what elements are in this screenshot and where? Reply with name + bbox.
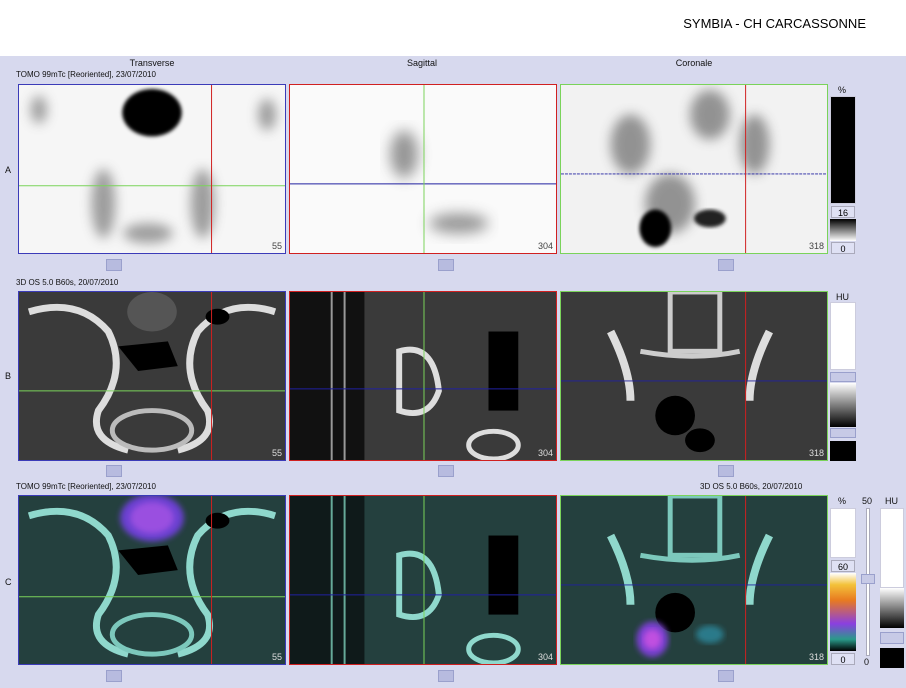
viewport-c-sagittal[interactable]: 304 — [289, 495, 557, 665]
slice-slider-handle[interactable] — [718, 259, 734, 271]
slice-number: 304 — [537, 652, 553, 662]
column-title-transverse: Transverse — [129, 58, 175, 68]
fusion-transverse-image — [19, 496, 285, 664]
ct-sagittal-image — [290, 292, 556, 460]
slice-slider-handle[interactable] — [438, 465, 454, 477]
slice-slider-handle[interactable] — [718, 465, 734, 477]
fusion-blend-label: 50 — [862, 496, 873, 506]
slice-number: 304 — [537, 448, 553, 458]
column-title-sagittal: Sagittal — [406, 58, 438, 68]
hu-scale-black — [830, 441, 856, 461]
site-name: SYMBIA - CH CARCASSONNE — [683, 16, 866, 31]
scale-lower-value-a[interactable]: 0 — [831, 242, 855, 254]
scale-unit-a: % — [838, 85, 847, 95]
slice-slider-handle[interactable] — [106, 670, 122, 682]
hu-window-handle[interactable] — [830, 372, 856, 382]
color-scale-bar-a — [830, 96, 856, 204]
scale-upper-value-a[interactable]: 16 — [831, 206, 855, 218]
fusion-blend-zero: 0 — [864, 657, 870, 667]
viewport-b-transverse[interactable]: 55 — [18, 291, 286, 461]
viewport-a-coronal[interactable]: 318 — [560, 84, 828, 254]
hu-scale-gradient-c — [880, 588, 904, 628]
spect-sagittal-image — [290, 85, 556, 253]
spect-transverse-image — [19, 85, 285, 253]
series-label-row-a: TOMO 99mTc [Reoriented], 23/07/2010 — [16, 70, 156, 79]
scale-upper-value-c[interactable]: 60 — [831, 560, 855, 572]
slice-number: 55 — [271, 652, 282, 662]
hu-scale-black-c — [880, 648, 904, 668]
hu-level-handle-c[interactable] — [880, 632, 904, 644]
series-label-row-c-right: 3D OS 5.0 B60s, 20/07/2010 — [700, 482, 803, 491]
row-label-b: B — [5, 371, 12, 381]
slice-number: 318 — [808, 241, 824, 251]
column-title-coronal: Coronale — [675, 58, 713, 68]
hu-scale-white — [830, 302, 856, 370]
slice-number: 304 — [537, 241, 553, 251]
color-scale-white-c — [830, 508, 856, 558]
ct-transverse-image — [19, 292, 285, 460]
hu-scale-gradient — [830, 383, 856, 427]
ct-coronal-image — [561, 292, 827, 460]
slice-slider-handle[interactable] — [106, 259, 122, 271]
viewport-c-coronal[interactable]: 318 — [560, 495, 828, 665]
slice-slider-handle[interactable] — [438, 259, 454, 271]
viewport-a-transverse[interactable]: 55 — [18, 84, 286, 254]
hu-scale-white-c — [880, 508, 904, 588]
scale-unit-c-hu: HU — [885, 496, 898, 506]
slice-number: 55 — [271, 448, 282, 458]
slice-number: 55 — [271, 241, 282, 251]
spect-coronal-image — [561, 85, 827, 253]
color-scale-gradient-a — [830, 219, 856, 241]
slice-slider-handle[interactable] — [106, 465, 122, 477]
app-header: SYMBIA - CH CARCASSONNE — [0, 0, 906, 56]
color-scale-gradient-c — [830, 573, 856, 651]
viewport-c-transverse[interactable]: 55 — [18, 495, 286, 665]
slice-number: 318 — [808, 448, 824, 458]
scale-lower-value-c[interactable]: 0 — [831, 653, 855, 665]
series-label-row-b: 3D OS 5.0 B60s, 20/07/2010 — [16, 278, 119, 287]
fusion-coronal-image — [561, 496, 827, 664]
row-label-c: C — [5, 577, 12, 587]
viewport-b-coronal[interactable]: 318 — [560, 291, 828, 461]
viewport-a-sagittal[interactable]: 304 — [289, 84, 557, 254]
fusion-sagittal-image — [290, 496, 556, 664]
hu-level-handle[interactable] — [830, 428, 856, 438]
slice-slider-handle[interactable] — [718, 670, 734, 682]
scale-unit-b: HU — [836, 292, 849, 302]
viewport-b-sagittal[interactable]: 304 — [289, 291, 557, 461]
series-label-row-c-left: TOMO 99mTc [Reoriented], 23/07/2010 — [16, 482, 156, 491]
slice-number: 318 — [808, 652, 824, 662]
scale-unit-c: % — [838, 496, 847, 506]
row-label-a: A — [5, 165, 12, 175]
slice-slider-handle[interactable] — [438, 670, 454, 682]
fusion-blend-handle[interactable] — [861, 574, 875, 584]
